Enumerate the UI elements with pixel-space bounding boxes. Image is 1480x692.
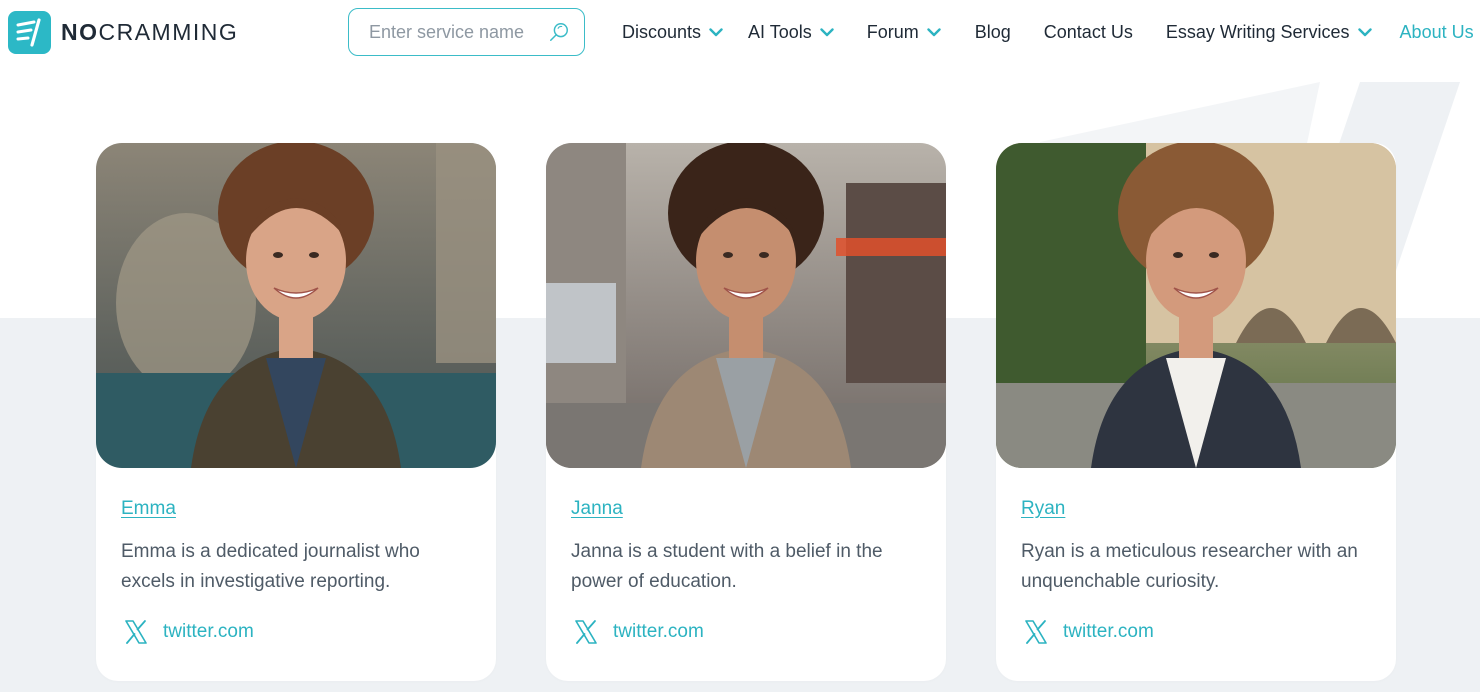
team-member-social-link[interactable]: twitter.com [1023, 619, 1154, 645]
social-link-text: twitter.com [1063, 621, 1154, 642]
x-twitter-icon [575, 620, 597, 644]
nav-item-label: Discounts [622, 21, 702, 42]
chevron-down-icon [709, 27, 723, 36]
team-member-photo [96, 143, 496, 468]
nav-item-label: Essay Writing Services [1165, 21, 1350, 42]
team-member-bio: Janna is a student with a belief in the … [571, 541, 883, 592]
team-member-social-link[interactable]: twitter.com [123, 619, 254, 645]
site-logo[interactable]: NOCRAMMING [8, 11, 238, 54]
search-input[interactable] [369, 21, 539, 43]
nav-item-label: Blog [974, 21, 1011, 42]
social-link-text: twitter.com [613, 621, 704, 642]
nav-item-ai-tools[interactable]: AI Tools [748, 22, 834, 43]
team-card-ryan: Ryan Ryan is a meticulous researcher with… [996, 143, 1396, 681]
logo-mark-icon [8, 11, 51, 54]
team-member-name-link[interactable]: Ryan [1021, 498, 1065, 520]
logo-wordmark: NOCRAMMING [61, 19, 239, 45]
nav-item-label: Contact Us [1043, 21, 1133, 42]
team-member-name-link[interactable]: Emma [121, 498, 176, 520]
x-twitter-icon [1025, 620, 1047, 644]
main-navigation: Discounts AI Tools Forum Blog Contact Us Essa… [622, 0, 1474, 64]
chevron-down-icon [1357, 27, 1372, 36]
nav-item-label: About Us [1399, 21, 1474, 42]
site-header: NOCRAMMING Discounts AI Tools Forum Blog Con… [0, 0, 1480, 64]
search-icon[interactable] [548, 21, 570, 43]
nav-item-forum[interactable]: Forum [867, 22, 941, 43]
chevron-down-icon [927, 27, 941, 36]
nav-item-discounts[interactable]: Discounts [622, 22, 723, 43]
team-member-photo [996, 143, 1396, 468]
team-card-janna: Janna Janna is a student with a belief in… [546, 143, 946, 681]
chevron-down-icon [820, 27, 834, 36]
nav-item-blog[interactable]: Blog [975, 22, 1011, 43]
team-card-emma: Emma Emma is a dedicated journalist who e… [96, 143, 496, 681]
x-twitter-icon [125, 620, 147, 644]
team-member-photo [546, 143, 946, 468]
team-member-bio: Emma is a dedicated journalist who excel… [121, 541, 420, 592]
nav-item-label: AI Tools [748, 21, 812, 42]
team-member-social-link[interactable]: twitter.com [573, 619, 704, 645]
service-search [348, 8, 585, 56]
nav-item-contact-us[interactable]: Contact Us [1044, 22, 1133, 43]
nav-item-label: Forum [866, 21, 919, 42]
nav-item-essay-writing-services[interactable]: Essay Writing Services [1166, 22, 1372, 43]
nav-item-about-us[interactable]: About Us [1400, 22, 1474, 43]
team-member-name-link[interactable]: Janna [571, 498, 623, 520]
social-link-text: twitter.com [163, 621, 254, 642]
team-member-bio: Ryan is a meticulous researcher with an … [1021, 541, 1358, 592]
